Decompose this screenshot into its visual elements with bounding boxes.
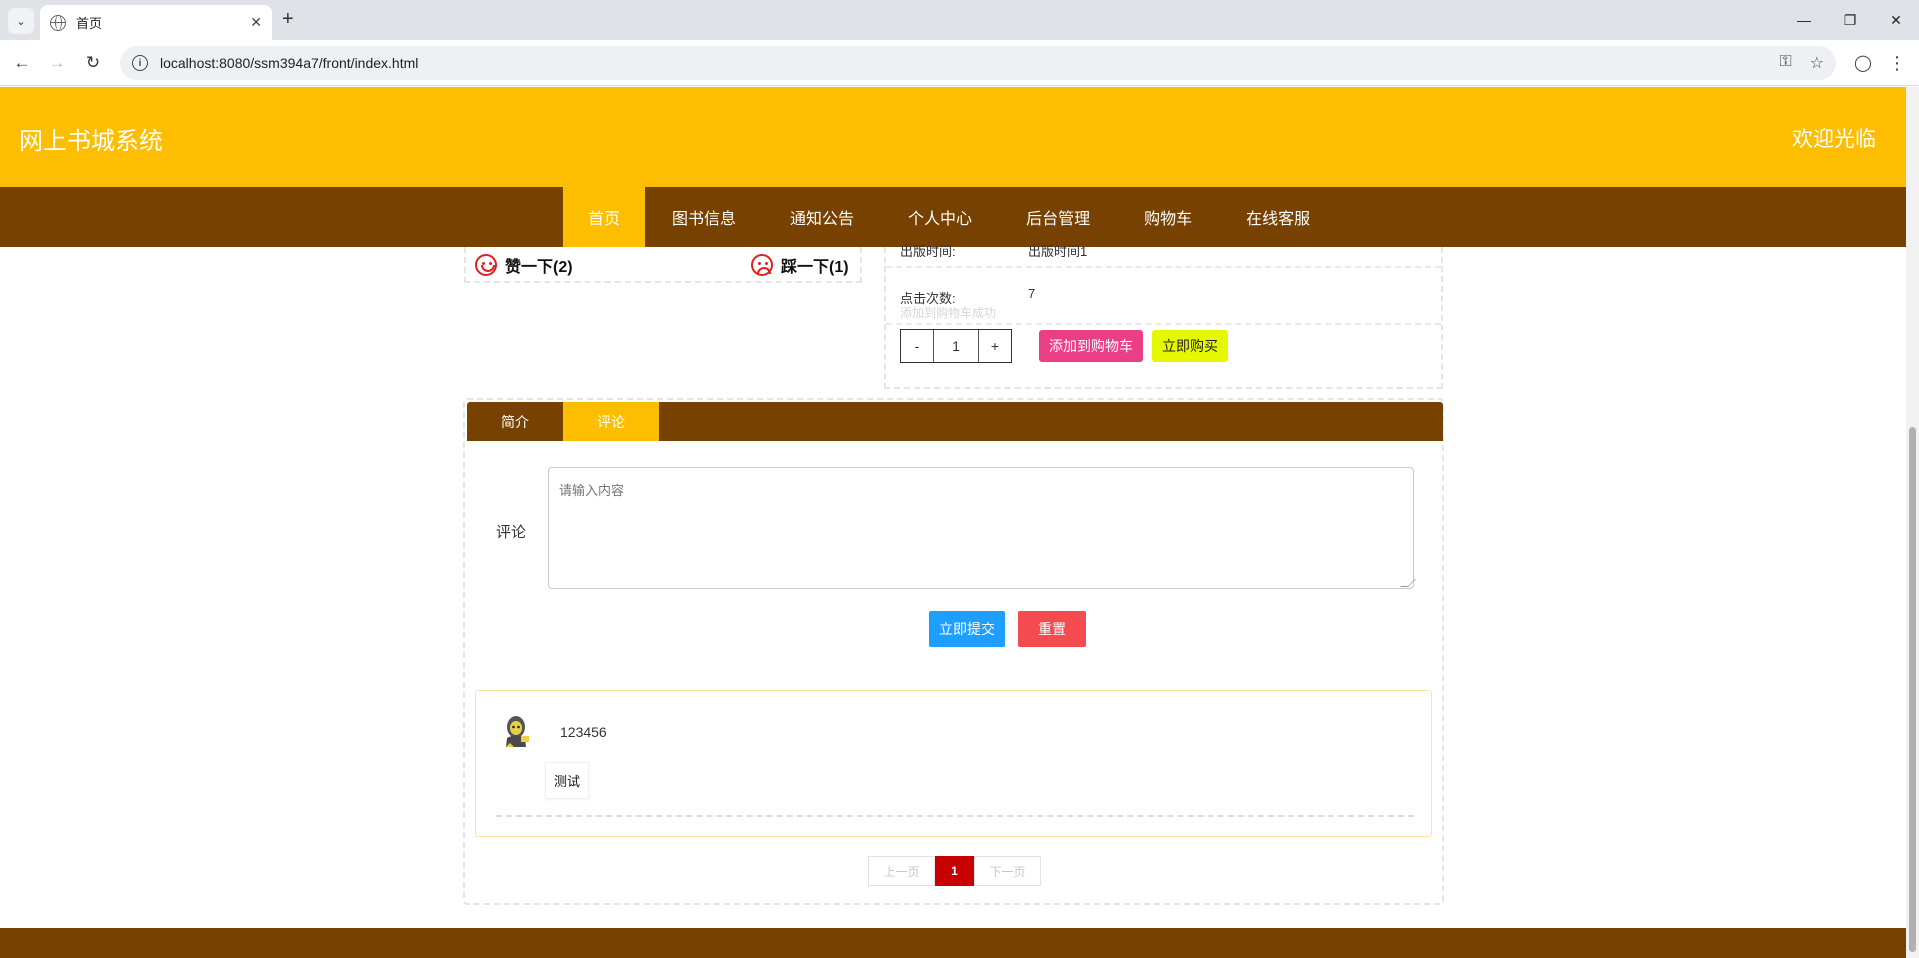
quantity-minus-button[interactable]: -	[901, 330, 934, 362]
quantity-plus-button[interactable]: +	[978, 330, 1011, 362]
site-info-icon[interactable]: i	[132, 55, 148, 71]
window-controls: — ❐ ✕	[1781, 0, 1919, 40]
password-key-icon[interactable]: ⚿	[1779, 53, 1791, 73]
nav-item-books[interactable]: 图书信息	[645, 187, 763, 247]
dislike-button[interactable]: 踩一下(1)	[751, 253, 849, 277]
browser-tab[interactable]: 首页 ✕	[40, 5, 272, 40]
welcome-text: 欢迎光临	[1792, 128, 1876, 151]
book-detail-panel: 出版时间: 出版时间1 点击次数: 7 添加到购物车成功 - 1 + 添加到购物…	[884, 244, 1443, 389]
page-scrollbar[interactable]	[1906, 87, 1919, 958]
window-close-icon[interactable]: ✕	[1873, 0, 1919, 40]
tabs-header: 简介 评论	[467, 402, 1443, 441]
reset-comment-button[interactable]: 重置	[1018, 611, 1086, 647]
browser-tab-bar: ⌄ 首页 ✕ + — ❐ ✕	[0, 0, 1919, 40]
tab-close-icon[interactable]: ✕	[250, 14, 262, 31]
current-page-button[interactable]: 1	[935, 856, 974, 886]
tab-title: 首页	[76, 16, 103, 31]
comment-list: 123456 测试	[475, 690, 1432, 837]
quantity-stepper: - 1 +	[900, 329, 1012, 363]
profile-icon[interactable]: ◯	[1851, 51, 1875, 75]
tab-intro[interactable]: 简介	[467, 402, 563, 441]
page-viewport: 网上书城系统 欢迎光临 首页 图书信息 通知公告 个人中心 后台管理 购物车 在…	[0, 87, 1906, 958]
site-header: 网上书城系统 欢迎光临	[0, 87, 1906, 187]
publish-time-label: 出版时间:	[900, 244, 956, 259]
url-input[interactable]: i localhost:8080/ssm394a7/front/index.ht…	[120, 46, 1836, 80]
globe-icon	[50, 14, 66, 31]
pagination: 上一页 1 下一页	[868, 856, 1041, 886]
site-footer	[0, 928, 1906, 958]
comment-divider	[496, 815, 1414, 817]
address-bar-row: ← → ↻ i localhost:8080/ssm394a7/front/in…	[0, 40, 1919, 86]
publish-time-row: 出版时间: 出版时间1	[886, 231, 1441, 268]
restore-icon[interactable]: ❐	[1827, 0, 1873, 40]
vote-panel: 赞一下(2) 踩一下(1)	[464, 247, 862, 283]
next-page-button[interactable]: 下一页	[974, 856, 1041, 886]
submit-comment-button[interactable]: 立即提交	[929, 611, 1005, 647]
comment-username: 123456	[560, 724, 607, 740]
url-text: localhost:8080/ssm394a7/front/index.html	[160, 55, 419, 71]
tabs-panel: 简介 评论 评论 立即提交 重置 123456 测试 上一页 1 下一	[463, 398, 1444, 905]
nav-item-home[interactable]: 首页	[563, 187, 646, 247]
add-cart-toast: 添加到购物车成功	[900, 306, 997, 320]
comment-textarea[interactable]	[548, 467, 1414, 589]
comment-content: 测试	[545, 762, 590, 799]
browser-menu-icon[interactable]: ⋮	[1887, 51, 1907, 75]
frown-icon	[751, 254, 773, 276]
quantity-input[interactable]: 1	[934, 330, 978, 362]
forward-arrow-icon[interactable]: →	[45, 51, 69, 75]
buy-now-button[interactable]: 立即购买	[1152, 330, 1228, 362]
clicks-value: 7	[1028, 286, 1036, 301]
reload-icon[interactable]: ↻	[81, 51, 105, 75]
new-tab-button[interactable]: +	[282, 8, 294, 30]
add-to-cart-button[interactable]: 添加到购物车	[1039, 330, 1143, 362]
site-name: 网上书城系统	[19, 128, 163, 155]
avatar	[506, 716, 529, 747]
back-arrow-icon[interactable]: ←	[10, 51, 34, 75]
tab-list-chevron-icon[interactable]: ⌄	[8, 8, 34, 34]
nav-item-notices[interactable]: 通知公告	[763, 187, 881, 247]
like-button[interactable]: 赞一下(2)	[475, 253, 573, 277]
publish-time-value: 出版时间1	[1028, 244, 1088, 259]
prev-page-button[interactable]: 上一页	[868, 856, 935, 886]
bookmark-star-icon[interactable]: ☆	[1810, 53, 1824, 73]
comment-field-label: 评论	[496, 524, 527, 541]
dislike-label: 踩一下(1)	[781, 259, 849, 276]
tab-comments[interactable]: 评论	[563, 402, 659, 441]
like-label: 赞一下(2)	[505, 259, 573, 276]
minimize-icon[interactable]: —	[1781, 0, 1827, 40]
smile-icon	[475, 254, 497, 276]
scrollbar-thumb[interactable]	[1909, 427, 1916, 952]
